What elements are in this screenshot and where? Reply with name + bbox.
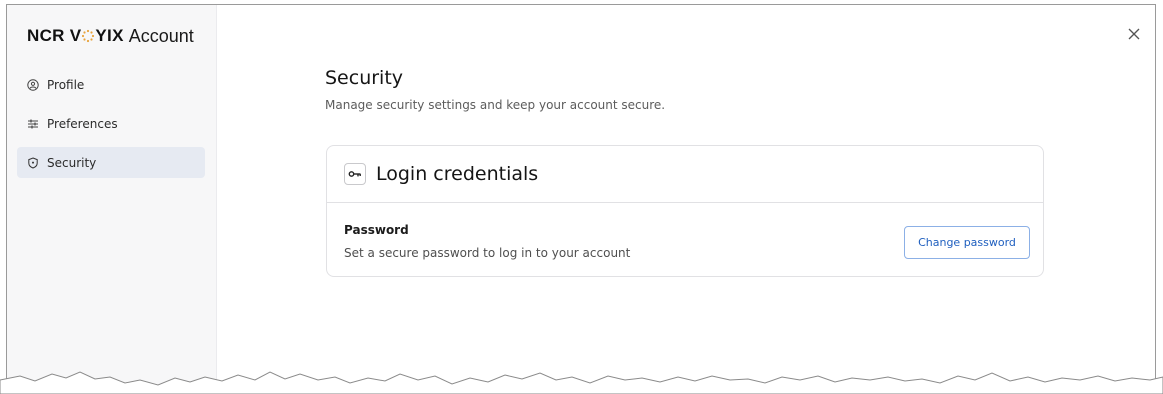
sliders-icon [27, 118, 39, 130]
page-subtitle: Manage security settings and keep your a… [325, 98, 666, 112]
account-window: NCR V YIX Account Profile Preferences Se… [6, 4, 1156, 394]
card-header: Login credentials [327, 146, 1043, 203]
sidebar-item-label: Security [47, 155, 97, 170]
sidebar-item-preferences[interactable]: Preferences [17, 108, 205, 139]
sidebar-item-security[interactable]: Security [17, 147, 205, 178]
torn-edge-decoration [0, 371, 1163, 394]
password-row: Password Set a secure password to log in… [327, 203, 1043, 278]
profile-icon [27, 78, 39, 91]
card-title: Login credentials [376, 163, 539, 185]
key-icon [344, 163, 366, 185]
voyix-logo-mark-icon [82, 29, 95, 43]
sidebar-nav: Profile Preferences Security [17, 69, 205, 186]
close-icon [1128, 28, 1140, 40]
login-credentials-card: Login credentials Password Set a secure … [326, 145, 1044, 277]
close-button[interactable] [1125, 25, 1143, 43]
page-title: Security [325, 67, 404, 89]
main-content: Security Manage security settings and ke… [325, 65, 1045, 277]
brand-logo: NCR V YIX [27, 26, 124, 46]
sidebar-item-profile[interactable]: Profile [17, 69, 205, 100]
password-label: Password [344, 223, 409, 237]
change-password-button[interactable]: Change password [904, 226, 1030, 259]
brand-logo-text: NCR V [27, 26, 82, 45]
sidebar-item-label: Profile [47, 77, 85, 92]
sidebar: NCR V YIX Account Profile Preferences Se… [7, 5, 217, 394]
brand-header: NCR V YIX Account [27, 23, 194, 49]
sidebar-item-label: Preferences [47, 116, 118, 131]
shield-icon [27, 156, 39, 169]
password-description: Set a secure password to log in to your … [344, 246, 631, 260]
brand-logo-text-end: YIX [95, 26, 124, 45]
app-title: Account [128, 25, 194, 46]
